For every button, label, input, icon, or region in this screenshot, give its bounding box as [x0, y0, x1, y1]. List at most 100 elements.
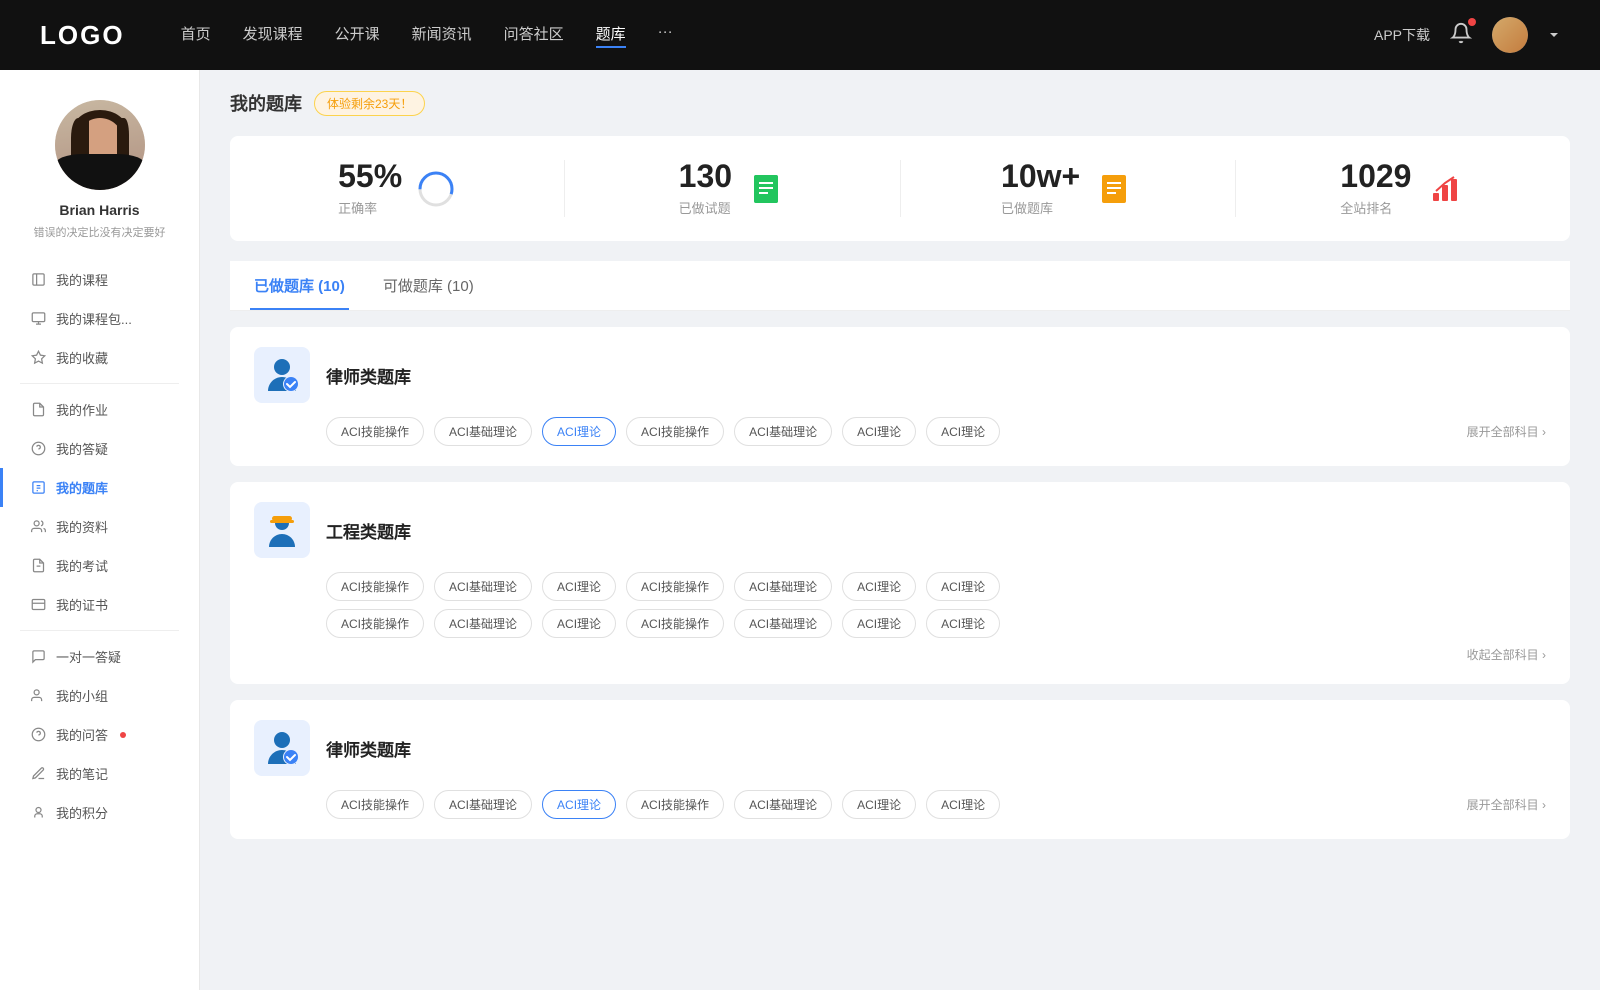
tag-item[interactable]: ACI理论: [842, 609, 916, 638]
exam-icon: [30, 558, 46, 574]
tag-item[interactable]: ACI技能操作: [326, 609, 424, 638]
sidebar-item-my-courses[interactable]: 我的课程: [0, 260, 199, 299]
tag-item[interactable]: ACI理论: [926, 790, 1000, 819]
tag-item[interactable]: ACI基础理论: [734, 572, 832, 601]
accuracy-value: 55%: [338, 160, 402, 192]
notification-bell[interactable]: [1450, 22, 1472, 49]
tag-item-active[interactable]: ACI理论: [542, 790, 616, 819]
app-download-link[interactable]: APP下载: [1374, 25, 1430, 45]
tag-item[interactable]: ACI理论: [926, 572, 1000, 601]
qbank-card-lawyer-2: 律师类题库 ACI技能操作 ACI基础理论 ACI理论 ACI技能操作 ACI基…: [230, 700, 1570, 839]
collapse-link-2[interactable]: 收起全部科目 ›: [1467, 648, 1546, 662]
expand-link-3[interactable]: 展开全部科目 ›: [1467, 796, 1546, 813]
sidebar-label: 我的积分: [56, 803, 108, 822]
qbank-title-1: 律师类题库: [326, 363, 411, 388]
sidebar-label: 我的证书: [56, 595, 108, 614]
nav-open-courses[interactable]: 公开课: [335, 23, 380, 48]
nav-news[interactable]: 新闻资讯: [412, 23, 472, 48]
notification-badge: [1468, 18, 1476, 26]
tag-item[interactable]: ACI理论: [842, 417, 916, 446]
user-avatar[interactable]: [1492, 17, 1528, 53]
tag-item[interactable]: ACI基础理论: [734, 790, 832, 819]
qbank-icon-lawyer: [254, 347, 310, 403]
tag-item[interactable]: ACI基础理论: [734, 417, 832, 446]
tag-item[interactable]: ACI技能操作: [326, 790, 424, 819]
sidebar-item-course-package[interactable]: 我的课程包...: [0, 299, 199, 338]
sidebar-label: 我的考试: [56, 556, 108, 575]
tag-item[interactable]: ACI基础理论: [434, 417, 532, 446]
nav-more[interactable]: ···: [658, 23, 673, 48]
sidebar-item-group[interactable]: 我的小组: [0, 676, 199, 715]
sidebar-item-my-qa[interactable]: 我的问答: [0, 715, 199, 754]
sidebar-label: 我的笔记: [56, 764, 108, 783]
page-header: 我的题库 体验剩余23天！: [230, 90, 1570, 116]
qbank-header-1: 律师类题库: [254, 347, 1546, 403]
done-banks-label: 已做题库: [1001, 198, 1080, 217]
accuracy-label: 正确率: [338, 198, 402, 217]
tag-item[interactable]: ACI基础理论: [434, 609, 532, 638]
qbank-header-3: 律师类题库: [254, 720, 1546, 776]
qbank-header-2: 工程类题库: [254, 502, 1546, 558]
qbank-card-engineer: 工程类题库 ACI技能操作 ACI基础理论 ACI理论 ACI技能操作 ACI基…: [230, 482, 1570, 684]
sidebar-item-profile[interactable]: 我的资料: [0, 507, 199, 546]
tag-item[interactable]: ACI理论: [926, 609, 1000, 638]
lawyer-svg-icon-2: [262, 728, 302, 768]
sidebar-item-favorites[interactable]: 我的收藏: [0, 338, 199, 377]
sidebar-label: 我的题库: [56, 478, 108, 497]
tag-item[interactable]: ACI技能操作: [626, 572, 724, 601]
sidebar-item-question-bank[interactable]: 我的题库: [0, 468, 199, 507]
bar-chart-icon: [1429, 173, 1461, 205]
pie-chart-icon: [418, 171, 454, 207]
tag-item[interactable]: ACI基础理论: [434, 572, 532, 601]
tab-done-banks[interactable]: 已做题库 (10): [250, 261, 349, 310]
nav-question-bank[interactable]: 题库: [596, 23, 626, 48]
chevron-down-icon: [1548, 29, 1560, 41]
stat-site-rank: 1029 全站排名: [1236, 160, 1570, 217]
tag-item[interactable]: ACI技能操作: [626, 609, 724, 638]
sidebar-label: 我的答疑: [56, 439, 108, 458]
nav-links: 首页 发现课程 公开课 新闻资讯 问答社区 题库 ···: [181, 23, 1338, 48]
tab-available-banks[interactable]: 可做题库 (10): [379, 261, 478, 310]
sidebar-item-exam[interactable]: 我的考试: [0, 546, 199, 585]
sidebar-divider-1: [20, 383, 179, 384]
tag-item[interactable]: ACI理论: [542, 572, 616, 601]
tag-item[interactable]: ACI基础理论: [434, 790, 532, 819]
tag-item[interactable]: ACI技能操作: [626, 417, 724, 446]
sidebar-item-answers[interactable]: 我的答疑: [0, 429, 199, 468]
list-document-icon: [750, 173, 782, 205]
qbank-card-lawyer-1: 律师类题库 ACI技能操作 ACI基础理论 ACI理论 ACI技能操作 ACI基…: [230, 327, 1570, 466]
sidebar-item-notes[interactable]: 我的笔记: [0, 754, 199, 793]
logo: LOGO: [40, 20, 125, 51]
qbank-tags-row1-2: ACI技能操作 ACI基础理论 ACI理论 ACI技能操作 ACI基础理论 AC…: [254, 572, 1546, 601]
group-icon: [30, 688, 46, 704]
my-qa-icon: [30, 727, 46, 743]
nav-qa[interactable]: 问答社区: [504, 23, 564, 48]
homework-icon: [30, 402, 46, 418]
page-layout: Brian Harris 错误的决定比没有决定要好 我的课程 我的课程包... …: [0, 70, 1600, 990]
accuracy-icon: [416, 169, 456, 209]
tag-item[interactable]: ACI理论: [842, 790, 916, 819]
sidebar-item-certificate[interactable]: 我的证书: [0, 585, 199, 624]
sidebar-item-1to1[interactable]: 一对一答疑: [0, 637, 199, 676]
chart-icon: [1425, 169, 1465, 209]
tag-item[interactable]: ACI基础理论: [734, 609, 832, 638]
expand-link-1[interactable]: 展开全部科目 ›: [1467, 423, 1546, 440]
tag-item[interactable]: ACI理论: [926, 417, 1000, 446]
qbank-icon-engineer: [254, 502, 310, 558]
tag-item[interactable]: ACI技能操作: [326, 417, 424, 446]
sidebar: Brian Harris 错误的决定比没有决定要好 我的课程 我的课程包... …: [0, 70, 200, 990]
trial-badge: 体验剩余23天！: [314, 91, 425, 116]
tag-item[interactable]: ACI理论: [542, 609, 616, 638]
nav-courses[interactable]: 发现课程: [243, 23, 303, 48]
tag-item[interactable]: ACI理论: [842, 572, 916, 601]
done-questions-label: 已做试题: [679, 198, 732, 217]
tag-item-active[interactable]: ACI理论: [542, 417, 616, 446]
nav-home[interactable]: 首页: [181, 23, 211, 48]
qbank-tags-row2-2: ACI技能操作 ACI基础理论 ACI理论 ACI技能操作 ACI基础理论 AC…: [254, 609, 1546, 638]
sidebar-item-points[interactable]: 我的积分: [0, 793, 199, 832]
sidebar-label: 一对一答疑: [56, 647, 121, 666]
tag-item[interactable]: ACI技能操作: [626, 790, 724, 819]
sidebar-item-homework[interactable]: 我的作业: [0, 390, 199, 429]
tag-item[interactable]: ACI技能操作: [326, 572, 424, 601]
sidebar-label: 我的收藏: [56, 348, 108, 367]
